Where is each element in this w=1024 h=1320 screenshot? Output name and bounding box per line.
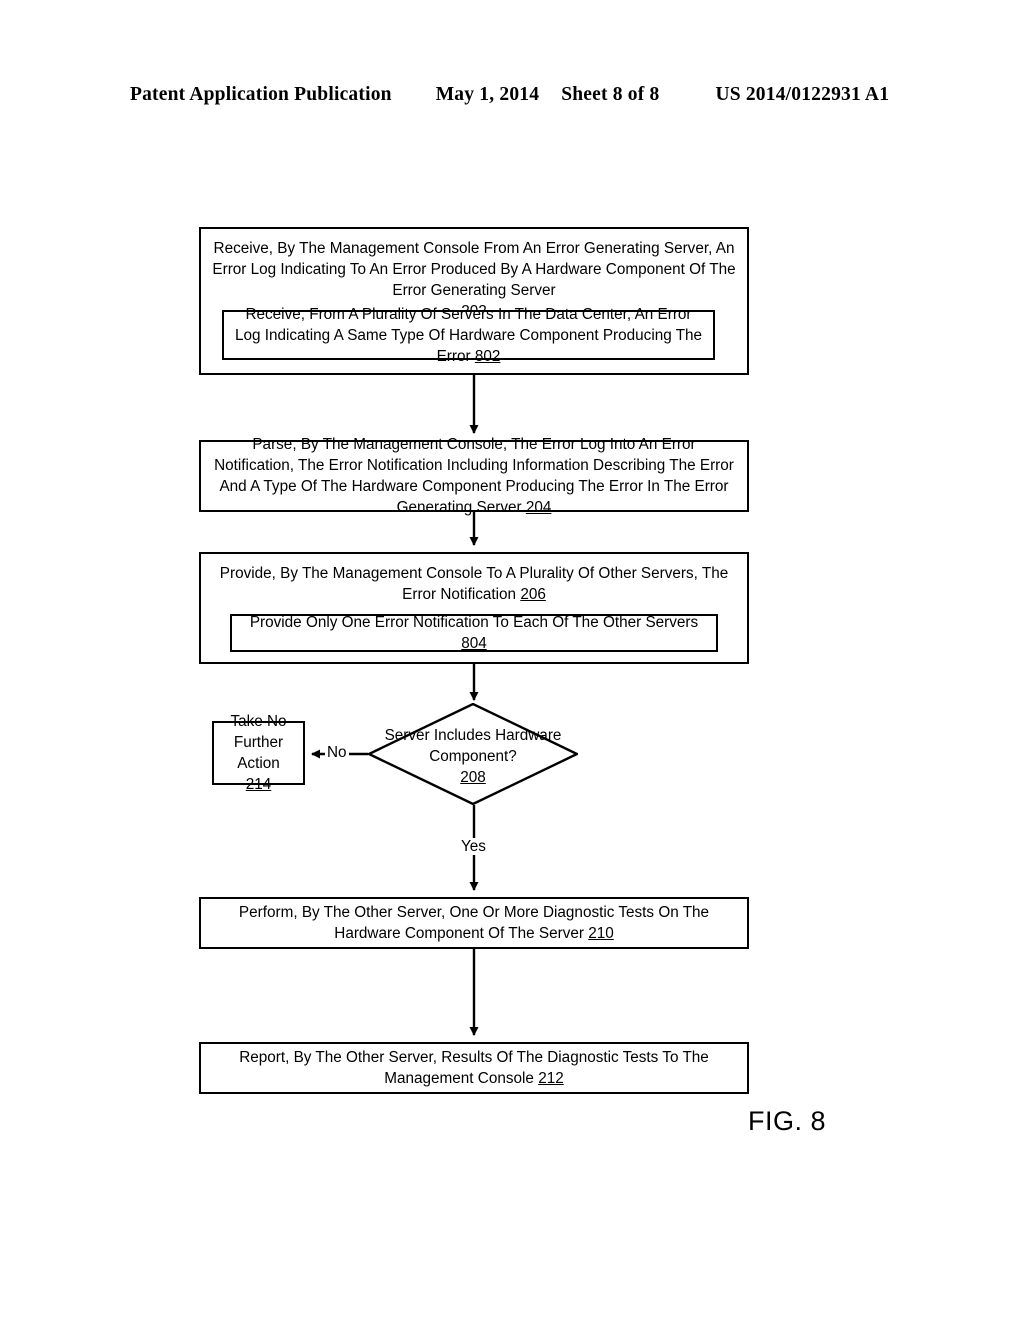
process-box-204[interactable]: Parse, By The Management Console, The Er… bbox=[199, 436, 749, 516]
process-box-204-text: Parse, By The Management Console, The Er… bbox=[214, 436, 734, 516]
process-box-210[interactable]: Perform, By The Other Server, One Or Mor… bbox=[199, 897, 749, 949]
process-box-804-label: Provide Only One Error Notification To E… bbox=[232, 612, 716, 654]
process-box-212[interactable]: Report, By The Other Server, Results Of … bbox=[199, 1042, 749, 1094]
process-box-210-ref: 210 bbox=[588, 925, 614, 942]
process-box-214-ref: 214 bbox=[245, 776, 272, 793]
process-box-214-text: Take No Further Action bbox=[230, 713, 287, 772]
process-box-204-ref: 204 bbox=[525, 499, 552, 516]
process-box-212-label: Report, By The Other Server, Results Of … bbox=[201, 1047, 747, 1089]
process-box-804-ref: 804 bbox=[461, 635, 487, 652]
process-box-214-label: Take No Further Action 214 bbox=[214, 711, 303, 795]
decision-diamond-shape bbox=[368, 703, 578, 805]
process-box-212-text: Report, By The Other Server, Results Of … bbox=[239, 1049, 709, 1087]
figure-caption: FIG. 8 bbox=[748, 1106, 827, 1136]
process-box-804-text: Provide Only One Error Notification To E… bbox=[249, 614, 699, 631]
flowchart-diagram: Receive, By The Management Console From … bbox=[0, 0, 1024, 1320]
decision-diamond-208[interactable]: Server Includes Hardware Component? 208 bbox=[368, 703, 578, 805]
process-box-802-text: Receive, From A Plurality Of Servers In … bbox=[234, 305, 703, 365]
process-box-802-label: Receive, From A Plurality Of Servers In … bbox=[224, 304, 713, 367]
process-box-206-label: Provide, By The Management Console To A … bbox=[201, 563, 747, 605]
process-box-206-text: Provide, By The Management Console To A … bbox=[219, 565, 729, 603]
process-box-204-label: Parse, By The Management Console, The Er… bbox=[201, 434, 747, 518]
process-box-206-ref: 206 bbox=[520, 586, 546, 603]
branch-label-no: No bbox=[325, 744, 349, 761]
branch-label-yes: Yes bbox=[459, 838, 488, 855]
process-box-802[interactable]: Receive, From A Plurality Of Servers In … bbox=[222, 306, 715, 365]
process-box-210-label: Perform, By The Other Server, One Or Mor… bbox=[201, 902, 747, 944]
process-box-212-ref: 212 bbox=[538, 1070, 564, 1087]
process-box-802-ref: 802 bbox=[474, 347, 501, 365]
process-box-202-label: Receive, By The Management Console From … bbox=[212, 240, 736, 299]
process-box-210-text: Perform, By The Other Server, One Or Mor… bbox=[238, 904, 710, 942]
process-box-214[interactable]: Take No Further Action 214 bbox=[212, 713, 305, 793]
process-box-804[interactable]: Provide Only One Error Notification To E… bbox=[230, 614, 718, 652]
